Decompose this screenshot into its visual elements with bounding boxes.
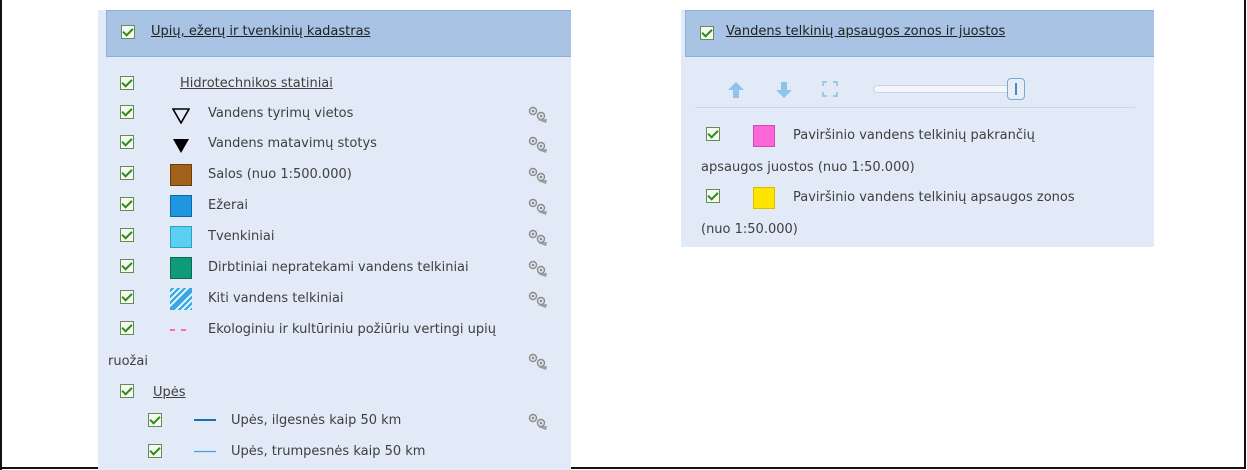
layer-settings-gear-icon[interactable] [526,351,548,371]
layer-group-panel-kadastras: Upių, ežerų ir tvenkinių kadastras Hidro… [98,10,571,470]
layer-checkbox[interactable] [120,105,134,119]
layer-checkbox[interactable] [120,76,134,90]
layer-checkbox[interactable] [148,413,162,427]
layer-settings-gear-icon[interactable] [526,411,548,431]
line-symbol-upes-long [194,419,216,421]
layer-settings-gear-icon[interactable] [526,134,548,154]
triangle-outline-icon [172,108,190,124]
color-swatch-ezerai [170,195,192,217]
dashed-line-symbol [170,329,192,331]
layer-label-pakranciu: Paviršinio vandens telkinių pakrančių [793,128,1035,143]
layer-checkbox[interactable] [120,197,134,211]
color-swatch-zonos [753,187,775,209]
line-symbol-upes-short [194,450,216,453]
hatched-swatch-kiti [170,288,192,310]
fullscreen-icon[interactable] [822,81,838,97]
group-title[interactable]: Vandens telkinių apsaugos zonos ir juost… [726,24,1005,39]
layer-label-upes-trumpesnes: Upės, trumpesnės kaip 50 km [231,444,426,459]
layer-checkbox[interactable] [120,259,134,273]
layer-settings-gear-icon[interactable] [526,258,548,278]
layer-settings-gear-icon[interactable] [526,289,548,309]
layer-checkbox[interactable] [706,189,720,203]
triangle-filled-icon [173,139,189,153]
color-swatch-tvenkiniai [170,226,192,248]
layer-label-ezerai: Ežerai [208,198,248,213]
layer-settings-gear-icon[interactable] [526,196,548,216]
layer-label-kiti: Kiti vandens telkiniai [208,291,344,306]
group-checkbox[interactable] [700,26,714,40]
group-title[interactable]: Upių, ežerų ir tvenkinių kadastras [151,24,370,39]
layer-checkbox[interactable] [120,290,134,304]
color-swatch-dirbtiniai [170,257,192,279]
layer-label-ekologiniai: Ekologiniu ir kultūriniu požiūriu vertin… [208,322,496,337]
layer-label-dirbtiniai: Dirbtiniai nepratekami vandens telkiniai [208,260,469,275]
layer-checkbox[interactable] [706,127,720,141]
layer-label-upes[interactable]: Upės [153,385,186,400]
toolbar-separator [695,107,1135,108]
layer-checkbox[interactable] [120,228,134,242]
layer-label-salos: Salos (nuo 1:500.000) [208,167,352,182]
layer-checkbox[interactable] [120,166,134,180]
layer-checkbox[interactable] [120,384,134,398]
layer-label-zonos: Paviršinio vandens telkinių apsaugos zon… [793,190,1075,205]
layer-group-header[interactable]: Upių, ežerų ir tvenkinių kadastras [106,10,571,57]
layer-label-upes-ilgesnes: Upės, ilgesnės kaip 50 km [231,413,402,428]
layer-settings-gear-icon[interactable] [526,165,548,185]
color-swatch-salos [170,164,192,186]
opacity-slider-handle[interactable] [1007,78,1025,100]
layer-settings-gear-icon[interactable] [526,227,548,247]
opacity-slider-track[interactable] [873,85,1013,93]
layer-label-ekologiniai-cont: ruožai [108,354,148,369]
layer-settings-gear-icon[interactable] [526,104,548,124]
group-checkbox[interactable] [121,25,135,39]
layer-label-matavimu: Vandens matavimų stotys [208,136,377,151]
layer-checkbox[interactable] [120,321,134,335]
layer-label-pakranciu-cont: apsaugos juostos (nuo 1:50.000) [701,160,915,175]
layer-checkbox[interactable] [148,444,162,458]
layer-label-tvenkiniai: Tvenkiniai [208,229,275,244]
layer-checkbox[interactable] [120,135,134,149]
layer-label-zonos-cont: (nuo 1:50.000) [701,222,798,237]
arrow-down-icon[interactable] [774,80,794,100]
layer-group-panel-apsaugos: Vandens telkinių apsaugos zonos ir juost… [681,10,1154,247]
layer-label-hidrotechnikos[interactable]: Hidrotechnikos statiniai [180,76,333,91]
color-swatch-pakranciu [753,125,775,147]
arrow-up-icon[interactable] [726,80,746,100]
layer-group-header[interactable]: Vandens telkinių apsaugos zonos ir juost… [685,10,1154,57]
layer-label-tyrimu: Vandens tyrimų vietos [208,106,354,121]
